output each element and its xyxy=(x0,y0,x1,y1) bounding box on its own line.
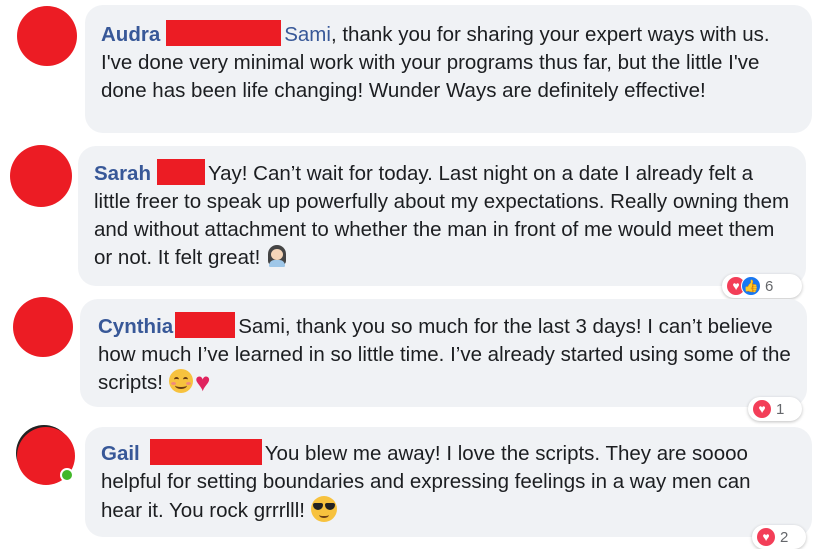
heart-emoji: ♥ xyxy=(194,367,211,397)
avatar-audra[interactable] xyxy=(17,6,77,66)
like-reaction-icon: 👍 xyxy=(741,276,761,296)
comment-bubble-sarah: Sarah Yay! Can’t wait for today. Last nig… xyxy=(78,146,806,286)
comment-bubble-cynthia: Cynthia Sami, thank you so much for the l… xyxy=(80,299,807,407)
redacted-surname xyxy=(166,20,282,46)
sunglasses-emoji xyxy=(310,496,337,522)
online-status-dot xyxy=(60,468,74,482)
avatar-cynthia[interactable] xyxy=(13,297,73,357)
commenter-name-cynthia[interactable]: Cynthia xyxy=(98,315,173,338)
reactions-cynthia[interactable]: ♥ 1 xyxy=(748,397,802,421)
commenter-name-sarah[interactable]: Sarah xyxy=(94,162,151,185)
reaction-count: 1 xyxy=(776,400,785,418)
comment-bubble-gail: Gail You blew me away! I love the scripts… xyxy=(85,427,812,537)
commenter-name-audra[interactable]: Audra xyxy=(101,23,160,46)
commenter-name-gail[interactable]: Gail xyxy=(101,442,140,465)
avatar-sarah[interactable] xyxy=(10,145,72,207)
reactions-sarah[interactable]: ♥ 👍 6 xyxy=(722,274,802,298)
redacted-surname xyxy=(149,439,262,465)
redacted-surname xyxy=(175,312,236,338)
reactions-gail[interactable]: ♥ 2 xyxy=(752,525,806,549)
woman-emoji xyxy=(266,245,288,267)
love-reaction-icon: ♥ xyxy=(756,527,776,547)
redacted-surname xyxy=(156,159,205,185)
comment-bubble-audra: Audra Sami, thank you for sharing your ex… xyxy=(85,5,812,133)
reaction-count: 2 xyxy=(780,528,789,546)
reaction-count: 6 xyxy=(765,277,774,295)
mention-sami[interactable]: Sami xyxy=(284,23,331,46)
smiling-face-emoji xyxy=(168,369,193,393)
love-reaction-icon: ♥ xyxy=(752,399,772,419)
